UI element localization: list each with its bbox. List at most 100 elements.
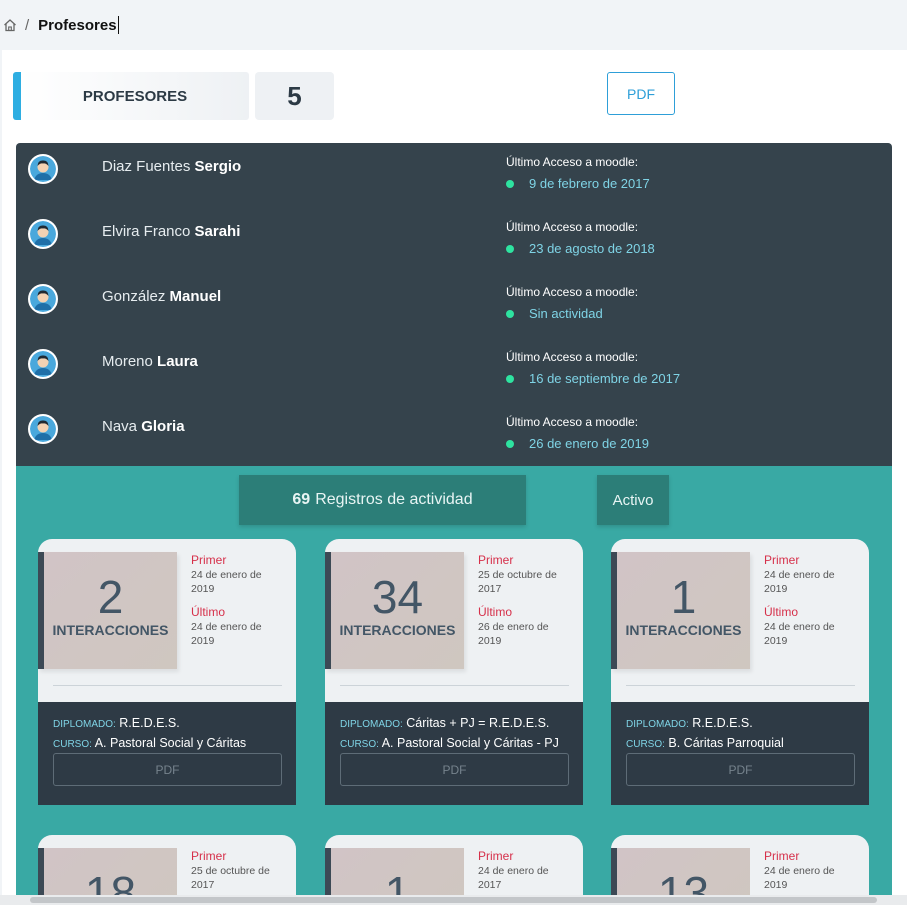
interactions-stat: 13 [611, 848, 750, 895]
card-pdf-button[interactable]: PDF [626, 753, 855, 786]
access-label: Último Acceso a moodle: [506, 350, 639, 364]
status-dot-icon [506, 374, 514, 383]
first-label: Primer [478, 849, 514, 863]
divider [53, 685, 282, 686]
teacher-name: Diaz Fuentes Sergio [102, 158, 242, 175]
teacher-name: Nava Gloria [102, 418, 185, 435]
teachers-list: Diaz Fuentes Sergio Último Acceso a mood… [16, 143, 892, 466]
interactions-count: 1 [670, 571, 697, 623]
first-date: 24 de enero de 2017 [478, 865, 549, 891]
interactions-label: INTERACCIONES [625, 622, 742, 638]
teacher-name: Moreno Laura [102, 353, 198, 370]
curso-line: CURSO: B. Cáritas Parroquial [626, 736, 784, 750]
status-dot-icon [506, 244, 514, 253]
course-card: 13 Primer 24 de enero de 2019 [611, 835, 869, 895]
card-bottom: DIPLOMADO: R.E.D.E.S. CURSO: A. Pastoral… [38, 702, 296, 805]
card-dates: Primer 24 de enero de 2019 [764, 849, 864, 892]
last-label: Último [764, 605, 799, 619]
diplomado-line: DIPLOMADO: R.E.D.E.S. [53, 716, 180, 730]
interactions-label: INTERACCIONES [339, 622, 456, 638]
first-date: 24 de enero de 2019 [764, 865, 835, 891]
last-label: Último [191, 605, 226, 619]
access-label: Último Acceso a moodle: [506, 155, 639, 169]
status-dot-icon [506, 439, 514, 448]
course-card: 1 INTERACCIONES Primer 24 de enero de 201… [611, 539, 869, 805]
export-pdf-button[interactable]: PDF [607, 72, 675, 115]
divider [626, 685, 855, 686]
interactions-count: 18 [84, 867, 137, 895]
main-content: PROFESORES 5 PDF Diaz Fuentes Sergio Últ… [2, 50, 907, 895]
user-avatar-icon [28, 284, 58, 314]
access-label: Último Acceso a moodle: [506, 285, 639, 299]
card-pdf-button[interactable]: PDF [340, 753, 569, 786]
course-card: 1 Primer 24 de enero de 2017 [325, 835, 583, 895]
course-card: 34 INTERACCIONES Primer 25 de octubre de… [325, 539, 583, 805]
teacher-row[interactable]: González Manuel Último Acceso a moodle: … [16, 273, 892, 338]
user-avatar-icon [28, 414, 58, 444]
course-card: 2 INTERACCIONES Primer 24 de enero de 201… [38, 539, 296, 805]
card-top: 2 INTERACCIONES Primer 24 de enero de 201… [38, 539, 296, 702]
interactions-stat: 18 [38, 848, 177, 895]
scrollbar-thumb[interactable] [30, 897, 877, 903]
card-dates: Primer 25 de octubre de 2017 Último 26 de… [478, 553, 578, 648]
interactions-count: 2 [97, 571, 124, 623]
access-date: Sin actividad [506, 306, 603, 321]
breadcrumb-current: Profesores [38, 16, 117, 34]
interactions-label: INTERACCIONES [52, 622, 169, 638]
teacher-name: González Manuel [102, 288, 222, 305]
teacher-row[interactable]: Nava Gloria Último Acceso a moodle: 26 d… [16, 403, 892, 468]
card-bottom: DIPLOMADO: R.E.D.E.S. CURSO: B. Cáritas … [611, 702, 869, 805]
card-pdf-button[interactable]: PDF [53, 753, 282, 786]
status-dot-icon [506, 309, 514, 318]
card-bottom: DIPLOMADO: Cáritas + PJ = R.E.D.E.S. CUR… [325, 702, 583, 805]
user-avatar-icon [28, 349, 58, 379]
card-dates: Primer 24 de enero de 2017 [478, 849, 578, 892]
interactions-count: 1 [384, 867, 411, 895]
breadcrumb-separator: / [25, 16, 30, 34]
last-date: 24 de enero de 2019 [191, 621, 262, 647]
interactions-stat: 2 INTERACCIONES [38, 552, 177, 669]
status-button[interactable]: Activo [597, 475, 669, 525]
teacher-row[interactable]: Moreno Laura Último Acceso a moodle: 16 … [16, 338, 892, 403]
last-label: Último [478, 605, 513, 619]
first-date: 25 de octubre de 2017 [191, 865, 270, 891]
diplomado-line: DIPLOMADO: Cáritas + PJ = R.E.D.E.S. [340, 716, 550, 730]
card-dates: Primer 25 de octubre de 2017 [191, 849, 291, 892]
breadcrumb: / Profesores [0, 0, 907, 50]
first-label: Primer [478, 553, 514, 567]
interactions-stat: 1 INTERACCIONES [611, 552, 750, 669]
teacher-row[interactable]: Elvira Franco Sarahi Último Acceso a moo… [16, 208, 892, 273]
card-dates: Primer 24 de enero de 2019 Último 24 de e… [764, 553, 864, 648]
interactions-count: 13 [657, 867, 710, 895]
first-date: 24 de enero de 2019 [191, 569, 262, 595]
first-label: Primer [764, 849, 800, 863]
text-caret [117, 16, 119, 34]
first-date: 24 de enero de 2019 [764, 569, 835, 595]
teachers-summary-label: PROFESORES [13, 72, 249, 120]
teacher-row[interactable]: Diaz Fuentes Sergio Último Acceso a mood… [16, 143, 892, 208]
teachers-count: 5 [255, 72, 334, 120]
first-date: 25 de octubre de 2017 [478, 569, 557, 595]
first-label: Primer [764, 553, 800, 567]
home-icon[interactable] [3, 18, 17, 32]
access-date: 16 de septiembre de 2017 [506, 371, 680, 386]
teacher-name: Elvira Franco Sarahi [102, 223, 241, 240]
course-card: 18 Primer 25 de octubre de 2017 [38, 835, 296, 895]
last-date: 24 de enero de 2019 [764, 621, 835, 647]
activity-section: 69 Registros de actividad Activo 2 INTERA… [16, 466, 892, 895]
access-date: 23 de agosto de 2018 [506, 241, 655, 256]
access-label: Último Acceso a moodle: [506, 415, 639, 429]
horizontal-scrollbar[interactable] [0, 895, 907, 905]
interactions-stat: 34 INTERACCIONES [325, 552, 464, 669]
curso-line: CURSO: A. Pastoral Social y Cáritas - PJ [340, 736, 559, 750]
card-top: 34 INTERACCIONES Primer 25 de octubre de… [325, 539, 583, 702]
last-date: 26 de enero de 2019 [478, 621, 549, 647]
card-top: 1 INTERACCIONES Primer 24 de enero de 201… [611, 539, 869, 702]
access-date: 9 de febrero de 2017 [506, 176, 650, 191]
first-label: Primer [191, 553, 227, 567]
user-avatar-icon [28, 219, 58, 249]
status-dot-icon [506, 179, 514, 188]
divider [340, 685, 569, 686]
activity-count-box: 69 Registros de actividad [239, 475, 526, 525]
access-date: 26 de enero de 2019 [506, 436, 649, 451]
